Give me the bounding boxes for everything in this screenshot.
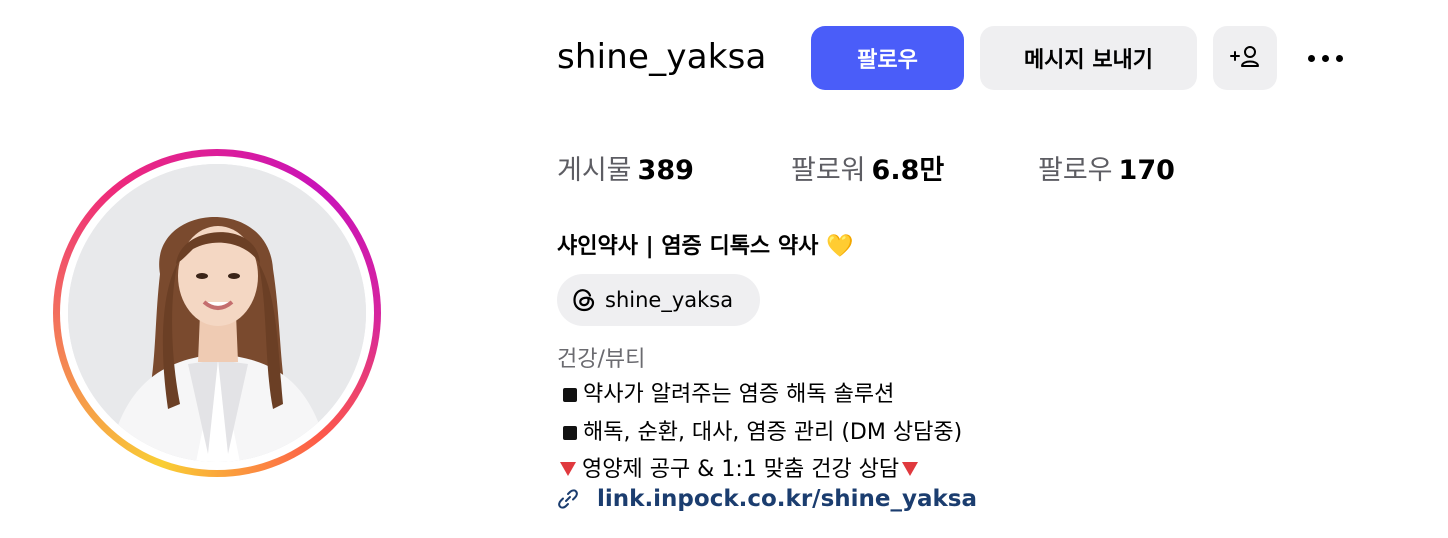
followers-value: 6.8만 (871, 155, 945, 186)
threads-link[interactable]: shine_yaksa (557, 274, 760, 326)
black-square-icon (563, 425, 577, 440)
username: shine_yaksa (557, 37, 767, 77)
red-triangle-icon (560, 462, 576, 476)
category-label: 건강/뷰티 (557, 347, 646, 372)
message-button[interactable]: 메시지 보내기 (980, 26, 1197, 90)
full-name-text: 샤인약사 | 염증 디톡스 약사 (557, 234, 819, 259)
link-icon (558, 489, 578, 509)
threads-icon (573, 289, 595, 312)
suggest-users-button[interactable] (1213, 26, 1277, 90)
link-text: link.inpock.co.kr/shine_yaksa (597, 486, 978, 512)
bio-line-3: 영양제 공구 & 1:1 맞춤 건강 상담 (557, 451, 924, 483)
more-dot-icon (1307, 54, 1315, 62)
red-triangle-icon (902, 462, 919, 476)
more-dot-icon (1335, 54, 1343, 62)
bio-line-1-text: 약사가 알려주는 염증 해독 솔루션 (583, 382, 895, 407)
add-user-icon (1229, 43, 1261, 74)
following-label: 팔로우 (1038, 155, 1113, 186)
bio-line-3-text: 영양제 공구 & 1:1 맞춤 건강 상담 (582, 457, 900, 482)
following-value: 170 (1118, 155, 1175, 186)
avatar-image (68, 164, 366, 462)
following-count[interactable]: 팔로우 170 (1038, 148, 1175, 187)
posts-label: 게시물 (557, 155, 632, 186)
followers-label: 팔로워 (791, 155, 866, 186)
full-name: 샤인약사 | 염증 디톡스 약사 💛 (557, 228, 853, 260)
followers-count[interactable]: 팔로워 6.8만 (791, 148, 944, 187)
more-options-button[interactable] (1300, 44, 1350, 72)
follow-button[interactable]: 팔로우 (811, 26, 964, 90)
threads-handle: shine_yaksa (605, 288, 734, 312)
avatar[interactable] (68, 164, 366, 462)
posts-value: 389 (637, 155, 694, 186)
more-dot-icon (1321, 54, 1329, 62)
story-ring[interactable] (53, 149, 381, 477)
bio-line-2: 해독, 순환, 대사, 염증 관리 (DM 상담중) (557, 414, 962, 446)
external-link[interactable]: link.inpock.co.kr/shine_yaksa (557, 486, 977, 512)
black-square-icon (563, 387, 577, 402)
profile-header: shine_yaksa 팔로우 메시지 보내기 게시물 389 팔로워 6.8만 팔… (0, 0, 1448, 538)
bio-line-2-text: 해독, 순환, 대사, 염증 관리 (DM 상담중) (583, 420, 963, 445)
posts-count: 게시물 389 (557, 148, 694, 187)
bio-line-1: 약사가 알려주는 염증 해독 솔루션 (557, 376, 894, 408)
yellow-heart-icon: 💛 (826, 234, 854, 259)
